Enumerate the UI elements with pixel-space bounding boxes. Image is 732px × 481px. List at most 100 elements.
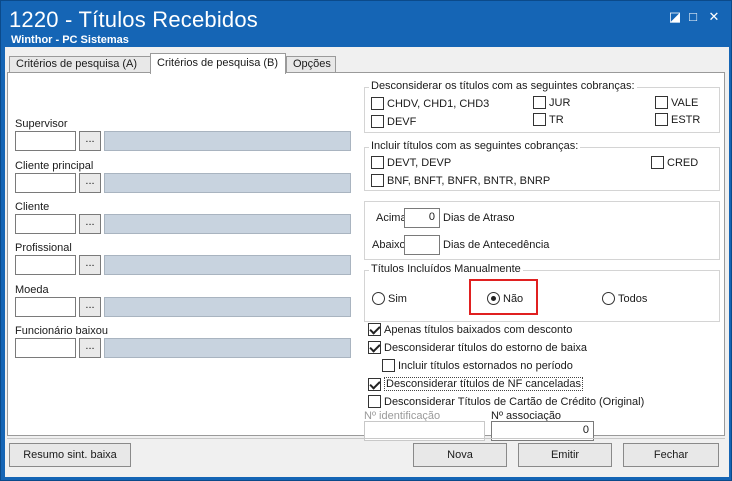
dias-group: Acima 0 Dias de Atraso Abaixo Dias de An…: [364, 201, 720, 260]
desconsiderar-cobrancas-group: Desconsiderar os títulos com as seguinte…: [364, 80, 720, 133]
profissional-search-button[interactable]: ...: [79, 255, 101, 275]
tab-criterios-b[interactable]: Critérios de pesquisa (B): [150, 53, 286, 74]
profissional-label: Profissional: [15, 242, 72, 254]
radio-todos-label: Todos: [618, 292, 648, 305]
checkbox-box-checked: [368, 323, 381, 336]
cliente-search-button[interactable]: ...: [79, 214, 101, 234]
checkbox-jur-label: JUR: [549, 96, 571, 109]
abaixo-label: Abaixo: [372, 239, 406, 251]
incluir-cobrancas-title: Incluir títulos com as seguintes cobranç…: [369, 140, 581, 152]
checkbox-cred-label: CRED: [667, 156, 699, 169]
checkbox-estr[interactable]: ESTR: [655, 113, 700, 126]
nova-button[interactable]: Nova: [413, 443, 507, 467]
funcionario-baixou-search-button[interactable]: ...: [79, 338, 101, 358]
checkbox-chdv[interactable]: CHDV, CHD1, CHD3: [371, 97, 489, 110]
tab-opcoes[interactable]: Opções: [286, 56, 336, 73]
checkbox-desconsiderar-estorno[interactable]: Desconsiderar títulos do estorno de baix…: [368, 341, 587, 354]
checkbox-vale[interactable]: VALE: [655, 96, 698, 109]
cliente-principal-search-button[interactable]: ...: [79, 173, 101, 193]
checkbox-devt-devp-label: DEVT, DEVP: [387, 156, 452, 169]
window-subtitle: Winthor - PC Sistemas: [11, 34, 129, 46]
tab-criterios-a[interactable]: Critérios de pesquisa (A): [9, 56, 151, 73]
close-icon[interactable]: ✕: [706, 9, 722, 25]
checkbox-box: [371, 115, 384, 128]
supervisor-code-input[interactable]: [15, 131, 76, 151]
footer-divider: [7, 438, 725, 439]
cliente-principal-code-input[interactable]: [15, 173, 76, 193]
checkbox-box: [651, 156, 664, 169]
checkbox-box: [371, 97, 384, 110]
checkbox-box: [655, 113, 668, 126]
radio-sim[interactable]: Sim: [372, 292, 407, 305]
checkbox-incluir-estornados[interactable]: Incluir títulos estornados no período: [382, 359, 573, 372]
radio-circle: [372, 292, 385, 305]
checkbox-vale-label: VALE: [671, 96, 699, 109]
checkbox-devf-label: DEVF: [387, 115, 417, 128]
checkbox-box: [533, 96, 546, 109]
checkbox-box: [533, 113, 546, 126]
desconsiderar-nf-canceladas-label: Desconsiderar títulos de NF canceladas: [384, 377, 584, 391]
checkbox-box: [655, 96, 668, 109]
cliente-principal-name-field: [104, 173, 351, 193]
checkbox-box: [371, 156, 384, 169]
cliente-code-input[interactable]: [15, 214, 76, 234]
moeda-label: Moeda: [15, 284, 49, 296]
restore-icon[interactable]: ◪: [667, 9, 683, 25]
titulos-manuais-title: Títulos Incluídos Manualmente: [369, 263, 523, 275]
moeda-search-button[interactable]: ...: [79, 297, 101, 317]
desconsiderar-cartao-credito-label: Desconsiderar Títulos de Cartão de Crédi…: [384, 395, 645, 408]
dias-atraso-label: Dias de Atraso: [443, 212, 515, 224]
checkbox-bnf[interactable]: BNF, BNFT, BNFR, BNTR, BNRP: [371, 174, 550, 187]
cliente-principal-label: Cliente principal: [15, 160, 94, 172]
checkbox-tr[interactable]: TR: [533, 113, 564, 126]
cliente-label: Cliente: [15, 201, 50, 213]
checkbox-box-checked: [368, 377, 381, 391]
checkbox-tr-label: TR: [549, 113, 564, 126]
incluir-estornados-label: Incluir títulos estornados no período: [398, 359, 573, 372]
resumo-sint-baixa-button[interactable]: Resumo sint. baixa: [9, 443, 131, 467]
checkbox-box: [371, 174, 384, 187]
title-bar: 1220 - Títulos Recebidos Winthor - PC Si…: [1, 1, 731, 47]
funcionario-baixou-name-field: [104, 338, 351, 358]
checkbox-box: [382, 359, 395, 372]
supervisor-name-field: [104, 131, 351, 151]
checkbox-apenas-baixados-desconto[interactable]: Apenas títulos baixados com desconto: [368, 323, 572, 336]
checkbox-estr-label: ESTR: [671, 113, 701, 126]
checkbox-cred[interactable]: CRED: [651, 156, 698, 169]
abaixo-input[interactable]: [404, 235, 440, 255]
main-window: 1220 - Títulos Recebidos Winthor - PC Si…: [0, 0, 732, 481]
checkbox-devt-devp[interactable]: DEVT, DEVP: [371, 156, 451, 169]
radio-circle: [602, 292, 615, 305]
checkbox-box: [368, 395, 381, 408]
acima-input[interactable]: 0: [404, 208, 440, 228]
acima-label: Acima: [376, 212, 407, 224]
supervisor-label: Supervisor: [15, 118, 68, 130]
desconsiderar-cobrancas-title: Desconsiderar os títulos com as seguinte…: [369, 80, 637, 92]
cliente-name-field: [104, 214, 351, 234]
checkbox-jur[interactable]: JUR: [533, 96, 570, 109]
highlight-box: [469, 279, 538, 315]
emitir-button[interactable]: Emitir: [518, 443, 612, 467]
checkbox-desconsiderar-nf-canceladas[interactable]: Desconsiderar títulos de NF canceladas: [368, 377, 584, 391]
checkbox-bnf-label: BNF, BNFT, BNFR, BNTR, BNRP: [387, 174, 551, 187]
moeda-code-input[interactable]: [15, 297, 76, 317]
apenas-baixados-desconto-label: Apenas títulos baixados com desconto: [384, 323, 573, 336]
checkbox-devf[interactable]: DEVF: [371, 115, 416, 128]
window-title: 1220 - Títulos Recebidos: [9, 7, 258, 32]
desconsiderar-estorno-label: Desconsiderar títulos do estorno de baix…: [384, 341, 588, 354]
profissional-code-input[interactable]: [15, 255, 76, 275]
dias-antecedencia-label: Dias de Antecedência: [443, 239, 550, 251]
checkbox-desconsiderar-cartao-credito[interactable]: Desconsiderar Títulos de Cartão de Crédi…: [368, 395, 644, 408]
checkbox-chdv-label: CHDV, CHD1, CHD3: [387, 97, 490, 110]
tab-page-criterios-b: Supervisor ... Cliente principal ... Cli…: [7, 72, 725, 441]
radio-sim-label: Sim: [388, 292, 407, 305]
incluir-cobrancas-group: Incluir títulos com as seguintes cobranç…: [364, 140, 720, 191]
titulos-manuais-group: Títulos Incluídos Manualmente Sim Não To…: [364, 263, 720, 322]
supervisor-search-button[interactable]: ...: [79, 131, 101, 151]
radio-todos[interactable]: Todos: [602, 292, 647, 305]
profissional-name-field: [104, 255, 351, 275]
client-area: Critérios de pesquisa (A) Critérios de p…: [5, 47, 729, 477]
funcionario-baixou-code-input[interactable]: [15, 338, 76, 358]
fechar-button[interactable]: Fechar: [623, 443, 719, 467]
maximize-icon[interactable]: □: [685, 9, 701, 25]
